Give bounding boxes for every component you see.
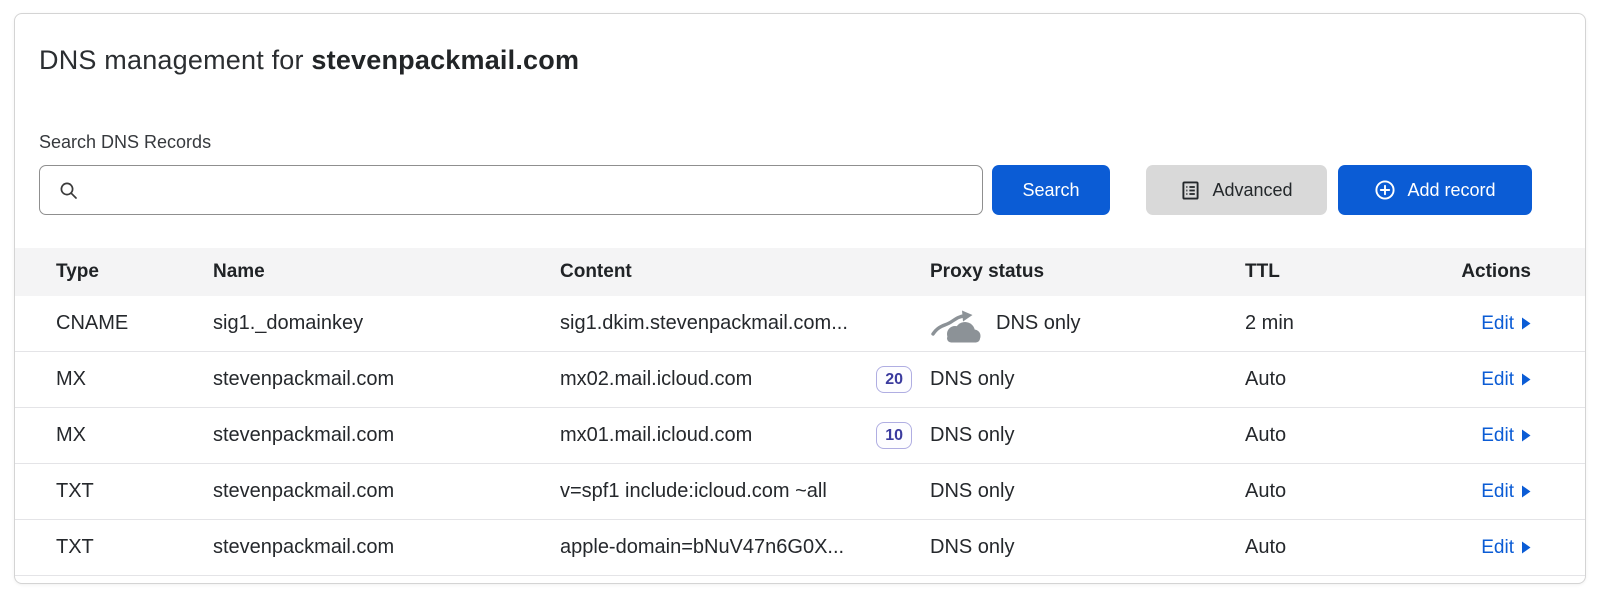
search-button-label: Search	[1022, 180, 1079, 201]
table-row: TXT stevenpackmail.com apple-domain=bNuV…	[15, 520, 1585, 576]
edit-record-button[interactable]: Edit	[1481, 425, 1531, 447]
dns-management-card: DNS management for stevenpackmail.com Se…	[14, 13, 1586, 584]
header-ttl: TTL	[1245, 261, 1390, 283]
right-triangle-icon	[1521, 485, 1531, 498]
header-proxy: Proxy status	[930, 261, 1245, 283]
table-row: MX stevenpackmail.com mx01.mail.icloud.c…	[15, 408, 1585, 464]
dns-records-table: Type Name Content Proxy status TTL Actio…	[15, 248, 1585, 576]
search-label: Search DNS Records	[39, 132, 211, 153]
edit-record-button[interactable]: Edit	[1481, 481, 1531, 503]
cell-content: mx01.mail.icloud.com	[560, 424, 752, 447]
cell-name: sig1._domainkey	[213, 312, 560, 335]
header-type: Type	[56, 261, 213, 283]
cell-content: sig1.dkim.stevenpackmail.com...	[560, 312, 848, 335]
advanced-button[interactable]: Advanced	[1146, 165, 1327, 215]
search-input-wrapper	[39, 165, 983, 215]
page-title: DNS management for stevenpackmail.com	[39, 45, 579, 76]
search-input[interactable]	[91, 166, 982, 214]
mx-priority-badge: 10	[876, 422, 912, 449]
add-record-button[interactable]: Add record	[1338, 165, 1532, 215]
cell-proxy-status: DNS only	[930, 368, 1014, 391]
cell-proxy-status: DNS only	[930, 480, 1014, 503]
header-actions: Actions	[1390, 261, 1531, 283]
cell-ttl: Auto	[1245, 480, 1390, 503]
edit-label: Edit	[1481, 481, 1514, 503]
list-document-icon	[1180, 180, 1201, 201]
edit-label: Edit	[1481, 369, 1514, 391]
cell-proxy-status: DNS only	[996, 312, 1080, 335]
cell-type: MX	[56, 368, 213, 391]
cell-proxy-status: DNS only	[930, 536, 1014, 559]
table-row: TXT stevenpackmail.com v=spf1 include:ic…	[15, 464, 1585, 520]
cell-type: MX	[56, 424, 213, 447]
cell-type: CNAME	[56, 312, 213, 335]
plus-circle-icon	[1374, 179, 1396, 201]
advanced-button-label: Advanced	[1212, 180, 1292, 201]
right-triangle-icon	[1521, 373, 1531, 386]
cell-proxy-status: DNS only	[930, 424, 1014, 447]
edit-label: Edit	[1481, 313, 1514, 335]
edit-record-button[interactable]: Edit	[1481, 369, 1531, 391]
cell-type: TXT	[56, 480, 213, 503]
cell-ttl: Auto	[1245, 536, 1390, 559]
header-content: Content	[560, 261, 930, 283]
cell-content: v=spf1 include:icloud.com ~all	[560, 480, 827, 503]
page-title-prefix: DNS management for	[39, 45, 311, 75]
header-name: Name	[213, 261, 560, 283]
edit-label: Edit	[1481, 425, 1514, 447]
edit-label: Edit	[1481, 537, 1514, 559]
table-row: MX stevenpackmail.com mx02.mail.icloud.c…	[15, 352, 1585, 408]
dns-only-cloud-icon	[930, 306, 982, 346]
cell-name: stevenpackmail.com	[213, 480, 560, 503]
right-triangle-icon	[1521, 541, 1531, 554]
cell-name: stevenpackmail.com	[213, 536, 560, 559]
right-triangle-icon	[1521, 429, 1531, 442]
search-button[interactable]: Search	[992, 165, 1110, 215]
search-icon	[58, 180, 79, 201]
page-title-domain: stevenpackmail.com	[311, 45, 579, 75]
cell-content: mx02.mail.icloud.com	[560, 368, 752, 391]
edit-record-button[interactable]: Edit	[1481, 537, 1531, 559]
cell-name: stevenpackmail.com	[213, 368, 560, 391]
cell-ttl: Auto	[1245, 368, 1390, 391]
cell-ttl: 2 min	[1245, 312, 1390, 335]
table-row: CNAME sig1._domainkey sig1.dkim.stevenpa…	[15, 296, 1585, 352]
edit-record-button[interactable]: Edit	[1481, 313, 1531, 335]
table-header-row: Type Name Content Proxy status TTL Actio…	[15, 248, 1585, 296]
right-triangle-icon	[1521, 317, 1531, 330]
cell-type: TXT	[56, 536, 213, 559]
cell-content: apple-domain=bNuV47n6G0X...	[560, 536, 844, 559]
cell-name: stevenpackmail.com	[213, 424, 560, 447]
add-record-button-label: Add record	[1407, 180, 1495, 201]
mx-priority-badge: 20	[876, 366, 912, 393]
cell-ttl: Auto	[1245, 424, 1390, 447]
